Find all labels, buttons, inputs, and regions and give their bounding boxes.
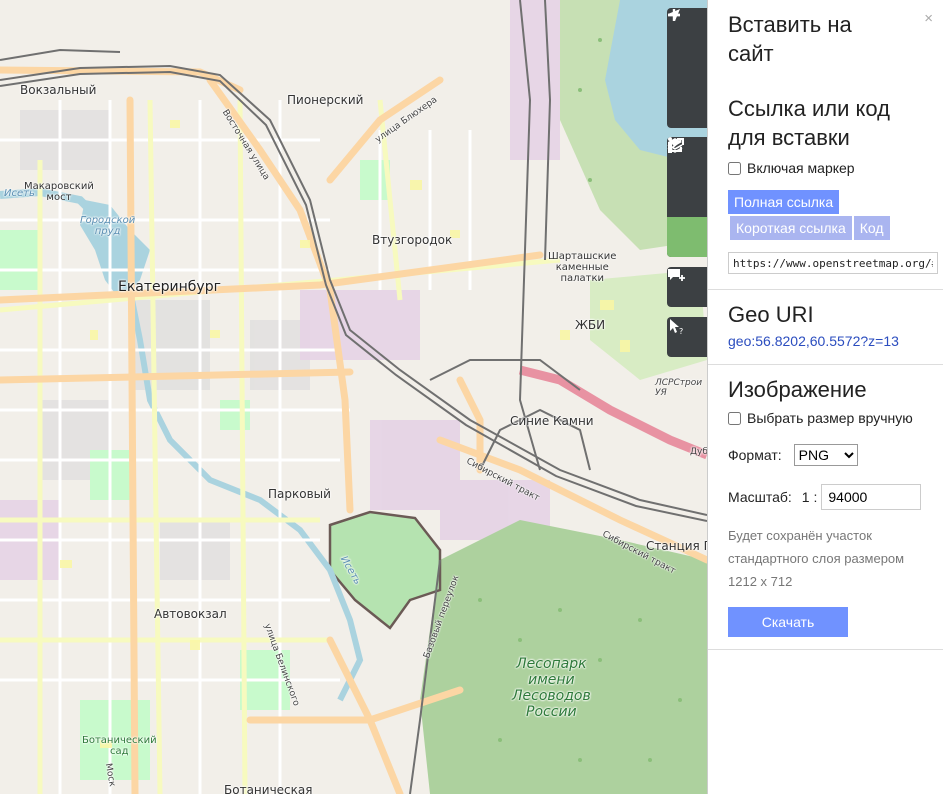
geo-uri-section: Geo URI geo:56.8202,60.5572?z=13: [708, 290, 943, 365]
zoom-out-button[interactable]: [667, 13, 707, 88]
image-section: Изображение Выбрать размер вручную Форма…: [708, 365, 943, 650]
locate-arrow-icon: [668, 9, 680, 21]
query-controls: ?: [667, 317, 707, 357]
custom-size-label: Выбрать размер вручную: [747, 410, 913, 426]
map-label-sinie-kamni: Синие Камни: [510, 414, 594, 428]
map-tiles: [0, 0, 707, 794]
query-features-button[interactable]: ?: [667, 317, 707, 357]
sidebar-header: Вставить на сайт: [708, 0, 943, 74]
tab-full-link[interactable]: Полная ссылка: [728, 190, 840, 214]
add-note-button[interactable]: [667, 267, 707, 307]
geo-uri-heading: Geo URI: [728, 302, 814, 327]
include-marker-checkbox[interactable]: [728, 161, 741, 175]
map-label-lesopark: Лесопарк имени Лесоводов России: [512, 656, 591, 720]
map-label-zhbi: ЖБИ: [575, 318, 606, 332]
map-label-vokzalny: Вокзальный: [20, 83, 97, 97]
tab-short-link[interactable]: Короткая ссылка: [730, 216, 852, 240]
scale-label: Масштаб:: [728, 489, 792, 505]
format-select[interactable]: PNG: [793, 444, 858, 466]
zoom-controls: [667, 8, 707, 128]
export-size-note: Будет сохранён участок стандартного слоя…: [728, 528, 905, 589]
link-section-heading: Ссылка или код для вставки: [728, 96, 890, 150]
link-section: Ссылка или код для вставки Включая марке…: [708, 74, 943, 290]
map-label-dub: Дуб: [690, 447, 707, 457]
scale-prefix: 1 :: [801, 489, 818, 505]
share-url-field[interactable]: [728, 252, 938, 274]
format-label: Формат:: [728, 447, 782, 463]
share-button[interactable]: [667, 138, 707, 257]
include-marker-row[interactable]: Включая маркер: [728, 160, 923, 176]
add-note-icon: [668, 269, 685, 281]
map-label-parkovy: Парковый: [268, 487, 331, 501]
map-info-button[interactable]: [667, 137, 707, 217]
include-marker-label: Включая маркер: [747, 160, 855, 176]
panel-controls: [667, 137, 707, 257]
geo-uri-link[interactable]: geo:56.8202,60.5572?z=13: [728, 333, 923, 349]
map-label-avtovokzal: Автовокзал: [154, 607, 227, 621]
scale-row: Масштаб: 1 :: [728, 484, 923, 510]
map-label-gorodskoy-prud: Городской пруд: [80, 215, 136, 237]
map-label-vtuzgorodok: Втузгородок: [372, 233, 453, 247]
map-label-botanichesky-sad: Ботанический сад: [82, 735, 157, 757]
sidebar-title: Вставить на сайт: [728, 12, 852, 66]
image-section-heading: Изображение: [728, 377, 867, 402]
close-sidebar-button[interactable]: ×: [924, 10, 933, 27]
share-sidebar: × Вставить на сайт Ссылка или код для вс…: [707, 0, 943, 794]
map-view[interactable]: Вокзальный Пионерский Макаровский мост Г…: [0, 0, 707, 794]
note-controls: [667, 267, 707, 307]
query-features-icon: ?: [670, 319, 683, 335]
locate-button[interactable]: [667, 9, 707, 128]
map-label-stantsiya: Станция П: [646, 539, 707, 553]
map-label-ekaterinburg: Екатеринбург: [118, 279, 221, 295]
scale-input[interactable]: [821, 484, 922, 510]
map-label-botanicheskaya: Ботаническая: [224, 783, 313, 794]
tab-code[interactable]: Код: [853, 216, 890, 240]
download-button[interactable]: Скачать: [728, 607, 848, 637]
svg-text:?: ?: [679, 327, 683, 335]
share-icon: [668, 138, 684, 152]
link-format-tabs: Полная ссылкаКороткая ссылка Код: [728, 190, 923, 242]
map-label-shartashskie: Шарташские каменные палатки: [548, 251, 617, 284]
format-row: Формат: PNG: [728, 444, 923, 466]
custom-size-checkbox[interactable]: [728, 411, 741, 425]
map-label-pionersky: Пионерский: [287, 93, 364, 107]
map-label-iset-2: Исеть: [4, 188, 35, 199]
custom-size-row[interactable]: Выбрать размер вручную: [728, 410, 923, 426]
app-root: Вокзальный Пионерский Макаровский мост Г…: [0, 0, 943, 794]
map-label-lsr: ЛСРСтрои УЯ: [655, 378, 703, 398]
